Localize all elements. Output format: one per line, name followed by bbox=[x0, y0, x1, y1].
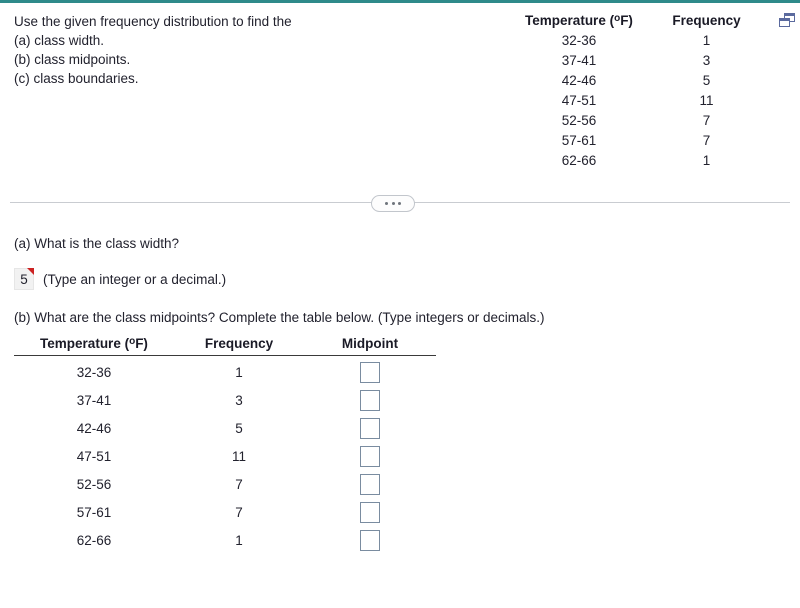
midpoint-input[interactable] bbox=[360, 445, 380, 467]
answer-header-temperature: Temperature (oF) bbox=[14, 336, 174, 356]
answer-header-temperature-text: Temperature ( bbox=[40, 336, 130, 351]
source-cell-frequency: 1 bbox=[702, 153, 711, 168]
problem-line: (b) class midpoints. bbox=[14, 52, 131, 67]
ellipsis-dot bbox=[398, 202, 401, 205]
answer-cell-frequency: 1 bbox=[235, 532, 243, 548]
answer-cell-temperature: 47-51 bbox=[76, 448, 112, 464]
answer-cell-temperature: 52-56 bbox=[76, 476, 112, 492]
answer-cell-temperature: 57-61 bbox=[76, 504, 112, 520]
source-cell-frequency: 7 bbox=[702, 133, 711, 148]
answer-cell-temperature: 37-41 bbox=[76, 392, 112, 408]
answer-cell-midpoint bbox=[304, 356, 436, 387]
expand-ellipsis-button[interactable] bbox=[371, 195, 415, 212]
source-header-temperature: Temperature (oF) bbox=[505, 13, 653, 31]
problem-line: Use the given frequency distribution to … bbox=[14, 14, 292, 29]
table-row: 42-46 5 bbox=[505, 71, 760, 91]
table-row: 47-51 11 bbox=[505, 91, 760, 111]
question-a-prompt: (a) What is the class width? bbox=[14, 236, 180, 251]
source-cell-frequency: 5 bbox=[702, 73, 711, 88]
midpoint-input[interactable] bbox=[360, 417, 380, 439]
midpoint-answer-table: Temperature (oF) Frequency Midpoint 32-3… bbox=[14, 336, 436, 554]
answer-cell-midpoint bbox=[304, 526, 436, 554]
problem-line: (a) class width. bbox=[14, 33, 105, 48]
answer-cell-temperature: 32-36 bbox=[76, 364, 112, 380]
answer-cell-midpoint bbox=[304, 470, 436, 498]
midpoint-input[interactable] bbox=[360, 501, 380, 523]
table-row: 32-36 1 bbox=[14, 356, 436, 387]
popout-front-window bbox=[779, 18, 790, 27]
answer-cell-frequency: 7 bbox=[235, 476, 243, 492]
answer-cell-frequency: 1 bbox=[235, 364, 243, 380]
question-a-hint: (Type an integer or a decimal.) bbox=[43, 271, 227, 287]
midpoint-input[interactable] bbox=[360, 473, 380, 495]
source-cell-temperature: 42-46 bbox=[561, 73, 597, 88]
source-cell-frequency: 7 bbox=[702, 113, 711, 128]
answer-cell-temperature: 62-66 bbox=[76, 532, 112, 548]
table-row: 62-66 1 bbox=[14, 526, 436, 554]
table-row: 32-36 1 bbox=[505, 31, 760, 51]
answer-cell-midpoint bbox=[304, 386, 436, 414]
answer-cell-frequency: 7 bbox=[235, 504, 243, 520]
source-cell-temperature: 47-51 bbox=[561, 93, 597, 108]
source-cell-temperature: 57-61 bbox=[561, 133, 597, 148]
table-row: 37-41 3 bbox=[505, 51, 760, 71]
source-header-frequency: Frequency bbox=[672, 13, 741, 28]
popout-window-icon[interactable] bbox=[779, 13, 795, 27]
problem-line: (c) class boundaries. bbox=[14, 71, 139, 86]
answer-cell-midpoint bbox=[304, 442, 436, 470]
midpoint-input[interactable] bbox=[360, 529, 380, 551]
source-frequency-table: Temperature (oF) Frequency 32-36 1 37-41… bbox=[505, 13, 760, 171]
source-header-temperature-text: Temperature ( bbox=[525, 13, 615, 28]
table-row: 47-51 11 bbox=[14, 442, 436, 470]
table-row: 52-56 7 bbox=[505, 111, 760, 131]
source-cell-temperature: 62-66 bbox=[561, 153, 597, 168]
answer-header-temperature-suffix: F) bbox=[135, 336, 148, 351]
source-cell-frequency: 3 bbox=[702, 53, 711, 68]
class-width-input[interactable]: 5 bbox=[14, 268, 34, 290]
answer-header-frequency: Frequency bbox=[174, 336, 304, 356]
source-cell-temperature: 37-41 bbox=[561, 53, 597, 68]
source-header-temperature-suffix: F) bbox=[620, 13, 633, 28]
midpoint-input[interactable] bbox=[360, 361, 380, 383]
table-row: 37-41 3 bbox=[14, 386, 436, 414]
ellipsis-dot bbox=[385, 202, 388, 205]
table-row: 52-56 7 bbox=[14, 470, 436, 498]
answer-cell-frequency: 11 bbox=[231, 448, 246, 464]
ellipsis-dot bbox=[391, 202, 395, 205]
answer-cell-temperature: 42-46 bbox=[76, 420, 112, 436]
problem-statement: Use the given frequency distribution to … bbox=[14, 12, 444, 88]
midpoint-input[interactable] bbox=[360, 389, 380, 411]
question-a-answer-row: 5 (Type an integer or a decimal.) bbox=[14, 268, 226, 290]
table-row: 42-46 5 bbox=[14, 414, 436, 442]
source-cell-temperature: 52-56 bbox=[561, 113, 597, 128]
top-accent-bar bbox=[0, 0, 800, 3]
source-cell-temperature: 32-36 bbox=[561, 33, 597, 48]
answer-cell-midpoint bbox=[304, 414, 436, 442]
source-cell-frequency: 1 bbox=[702, 33, 711, 48]
answer-header-midpoint: Midpoint bbox=[304, 336, 436, 356]
answer-cell-frequency: 3 bbox=[235, 392, 243, 408]
table-row: 62-66 1 bbox=[505, 151, 760, 171]
incorrect-flag-icon bbox=[27, 268, 34, 275]
table-header-row: Temperature (oF) Frequency bbox=[505, 13, 760, 31]
section-divider bbox=[0, 193, 800, 213]
question-b-prompt: (b) What are the class midpoints? Comple… bbox=[14, 310, 545, 325]
source-cell-frequency: 11 bbox=[699, 93, 714, 108]
table-row: 57-61 7 bbox=[14, 498, 436, 526]
table-header-row: Temperature (oF) Frequency Midpoint bbox=[14, 336, 436, 356]
answer-cell-frequency: 5 bbox=[235, 420, 243, 436]
answer-cell-midpoint bbox=[304, 498, 436, 526]
table-row: 57-61 7 bbox=[505, 131, 760, 151]
